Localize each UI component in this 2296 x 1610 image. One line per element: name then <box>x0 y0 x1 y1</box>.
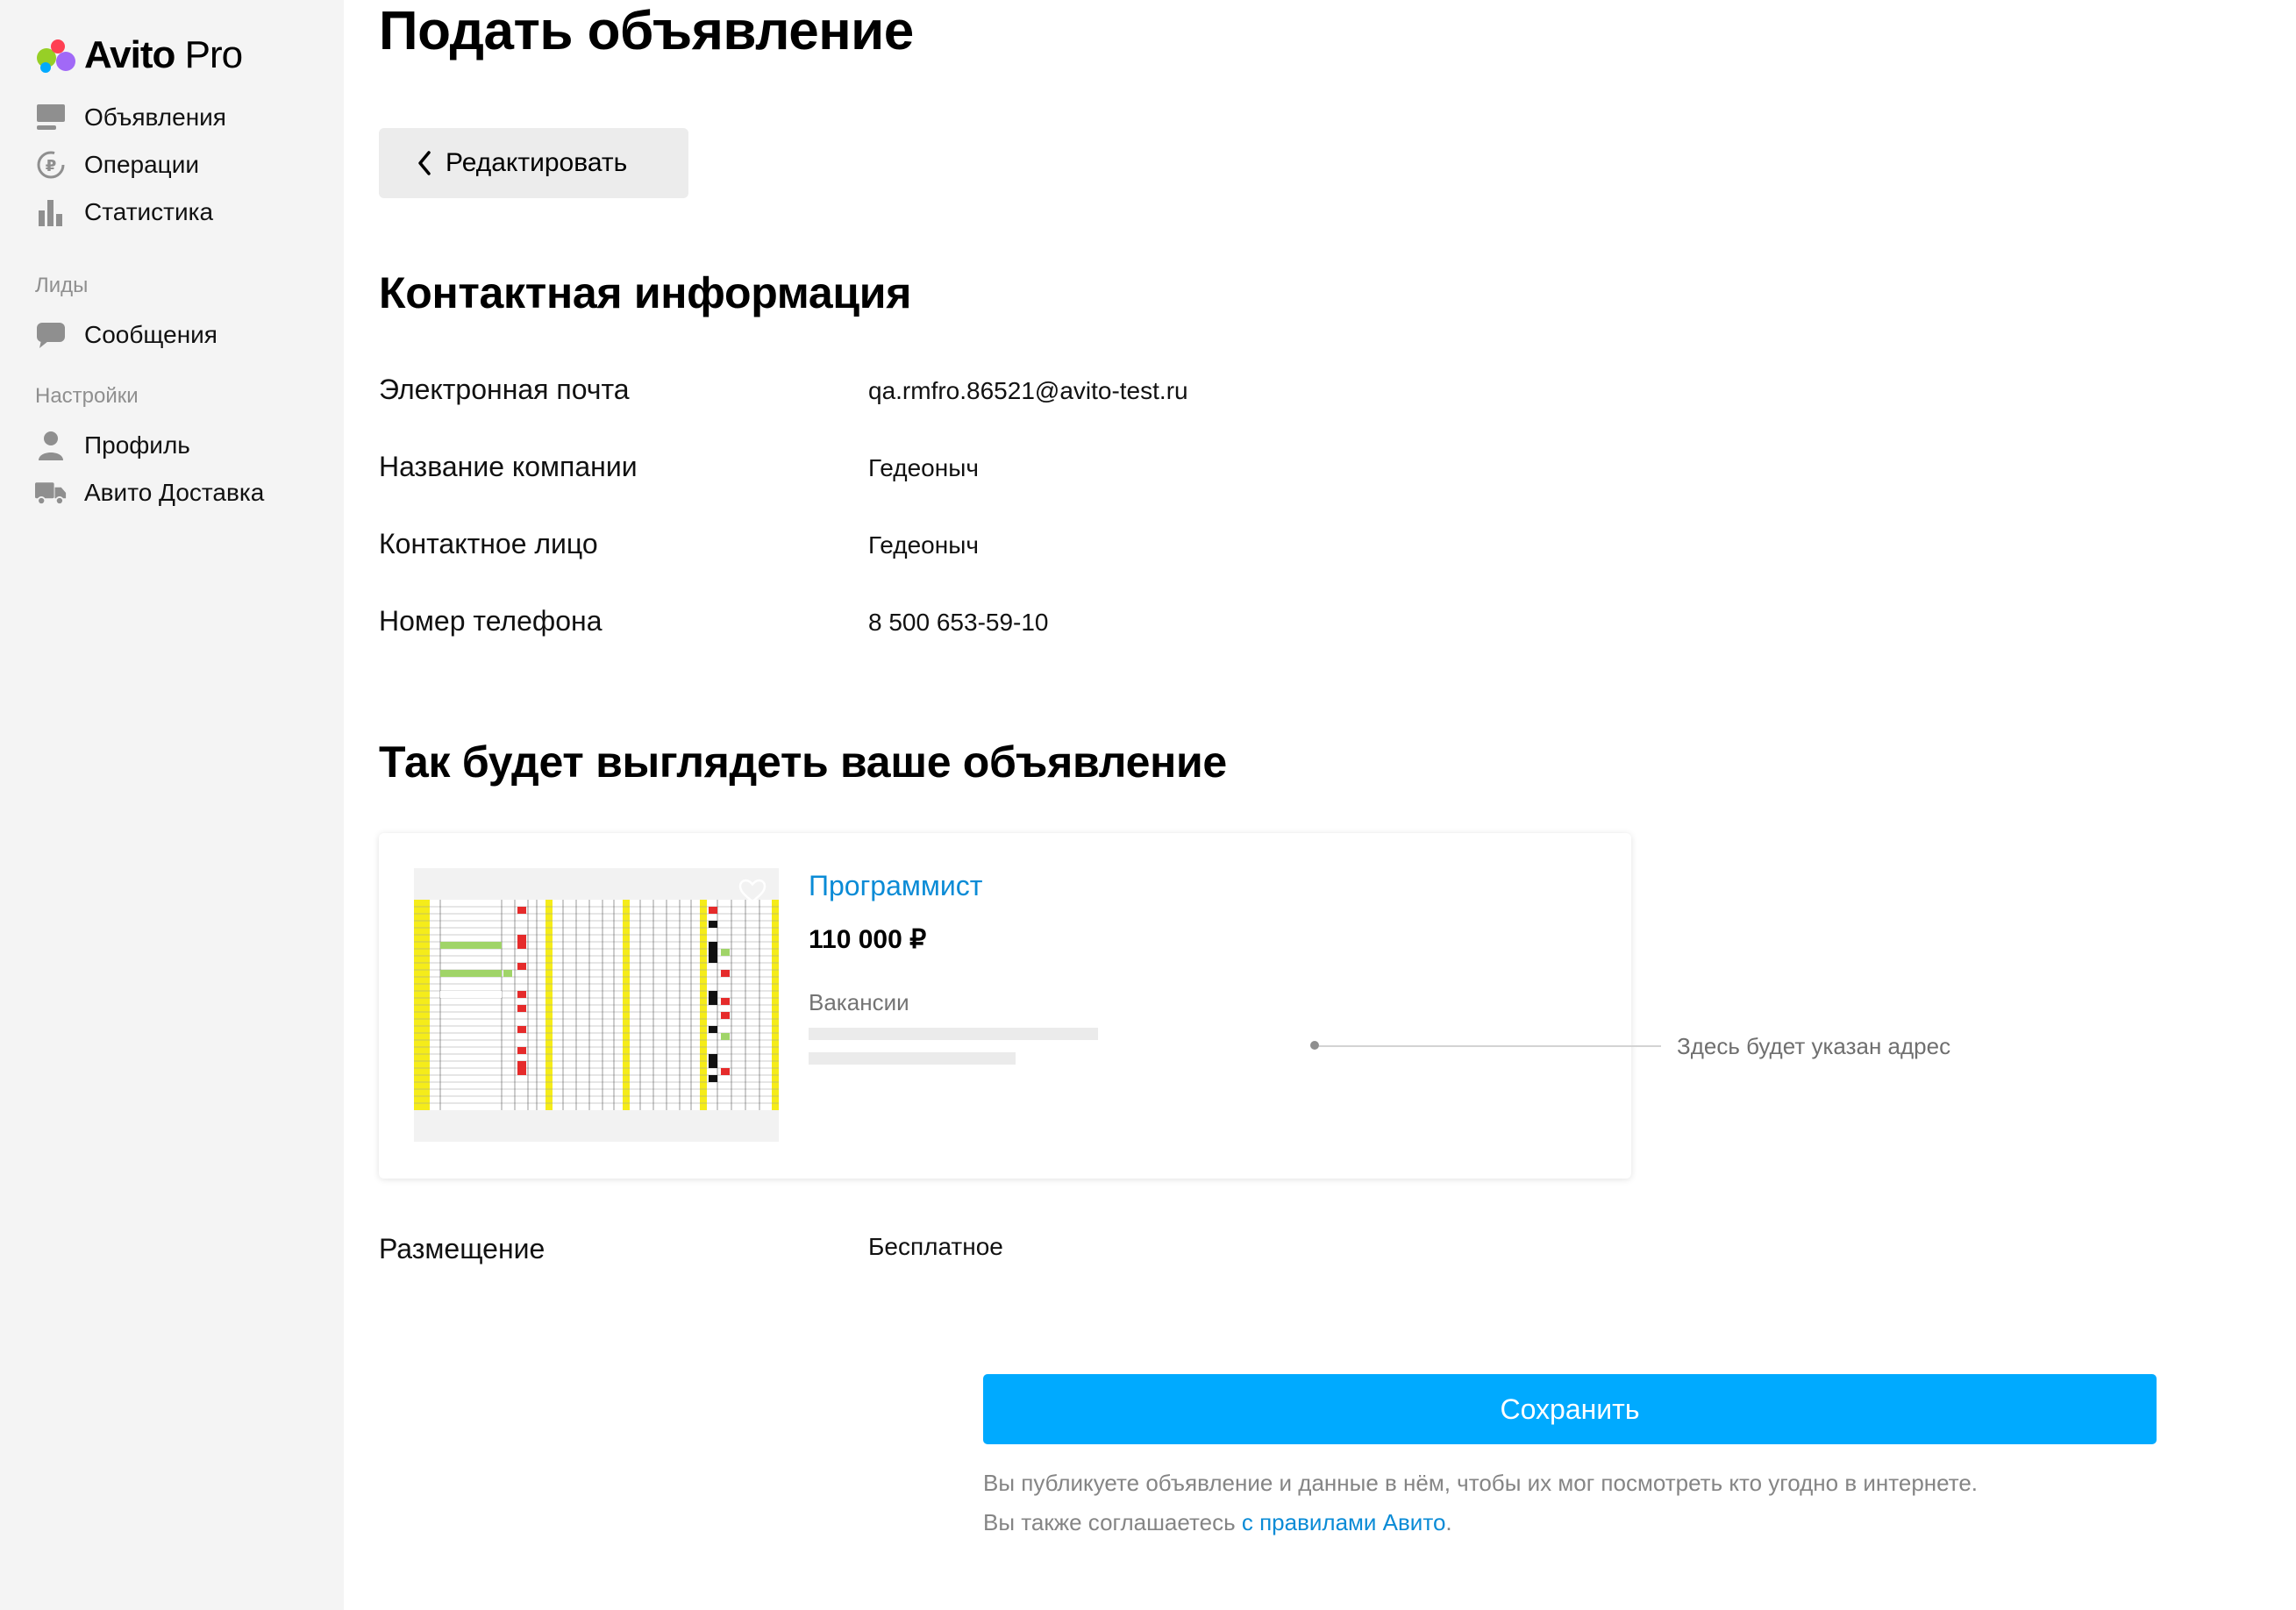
page-title: Подать объявление <box>379 1 914 61</box>
edit-button[interactable]: Редактировать <box>379 128 688 198</box>
address-hint: Здесь будет указан адрес <box>1677 1033 1951 1059</box>
spreadsheet-image <box>414 868 779 1142</box>
sidebar-section-settings: Настройки <box>35 384 139 408</box>
ad-photo-thumbnail <box>414 868 779 1142</box>
placement-value: Бесплатное <box>868 1233 1003 1260</box>
phone-label: Номер телефона <box>379 605 603 637</box>
phone-value: 8 500 653-59-10 <box>868 609 1049 636</box>
preview-heading: Так будет выглядеть ваше объявление <box>379 737 1227 787</box>
brand-suffix: Pro <box>184 33 243 76</box>
ruble-cycle-icon: ₽ <box>35 149 67 181</box>
person-icon <box>35 430 67 461</box>
date-placeholder-line <box>809 1052 1016 1065</box>
heart-icon[interactable] <box>738 879 767 908</box>
logo-dots-icon <box>35 36 79 75</box>
address-placeholder-line <box>809 1028 1098 1040</box>
sidebar-item-label: Статистика <box>84 198 214 225</box>
rules-notice-suffix: . <box>1445 1509 1452 1535</box>
sidebar-item-label: Операции <box>84 151 199 178</box>
ad-title-link[interactable]: Программист <box>809 870 982 902</box>
ad-preview-card: Программист 110 000 ₽ Вакансии <box>379 833 1631 1179</box>
chat-bubble-icon <box>35 319 67 351</box>
truck-icon <box>35 477 67 509</box>
sidebar: Avito Pro Объявления ₽ Операции Статисти… <box>0 0 344 1610</box>
avito-pro-logo[interactable]: Avito Pro <box>35 33 243 77</box>
company-value: Гедеоныч <box>868 454 979 481</box>
save-button-label: Сохранить <box>1500 1393 1640 1425</box>
email-value: qa.rmfro.86521@avito-test.ru <box>868 377 1188 404</box>
address-pointer-dot <box>1310 1041 1319 1050</box>
chevron-left-icon <box>417 151 431 175</box>
publish-notice: Вы публикуете объявление и данные в нём,… <box>983 1470 1979 1496</box>
rules-notice-prefix: Вы также соглашаетесь <box>983 1509 1242 1535</box>
placement-label: Размещение <box>379 1233 545 1264</box>
listing-icon <box>35 102 67 133</box>
company-label: Название компании <box>379 451 638 482</box>
rules-notice: Вы также соглашаетесь с правилами Авито. <box>983 1509 1452 1536</box>
sidebar-item-label: Объявления <box>84 103 226 131</box>
contact-heading: Контактная информация <box>379 268 912 317</box>
address-pointer-line <box>1319 1045 1661 1047</box>
ad-category: Вакансии <box>809 989 909 1015</box>
sidebar-section-leads: Лиды <box>35 274 89 297</box>
sidebar-item-listings[interactable]: Объявления <box>35 98 226 137</box>
bar-chart-icon <box>35 196 67 228</box>
save-button[interactable]: Сохранить <box>983 1374 2157 1444</box>
ad-price: 110 000 ₽ <box>809 925 927 954</box>
rules-link[interactable]: с правилами Авито <box>1242 1509 1446 1535</box>
sidebar-item-delivery[interactable]: Авито Доставка <box>35 474 264 512</box>
sidebar-item-label: Авито Доставка <box>84 479 265 506</box>
svg-text:₽: ₽ <box>46 157 57 175</box>
sidebar-item-messages[interactable]: Сообщения <box>35 316 217 354</box>
contact-person-label: Контактное лицо <box>379 528 598 559</box>
contact-person-value: Гедеоныч <box>868 531 979 559</box>
sidebar-item-label: Профиль <box>84 431 190 459</box>
email-label: Электронная почта <box>379 374 630 405</box>
sidebar-item-operations[interactable]: ₽ Операции <box>35 146 199 184</box>
sidebar-item-profile[interactable]: Профиль <box>35 426 190 465</box>
edit-button-label: Редактировать <box>446 148 628 177</box>
sidebar-item-statistics[interactable]: Статистика <box>35 193 213 232</box>
sidebar-item-label: Сообщения <box>84 321 217 348</box>
brand-name: Avito <box>84 33 175 76</box>
